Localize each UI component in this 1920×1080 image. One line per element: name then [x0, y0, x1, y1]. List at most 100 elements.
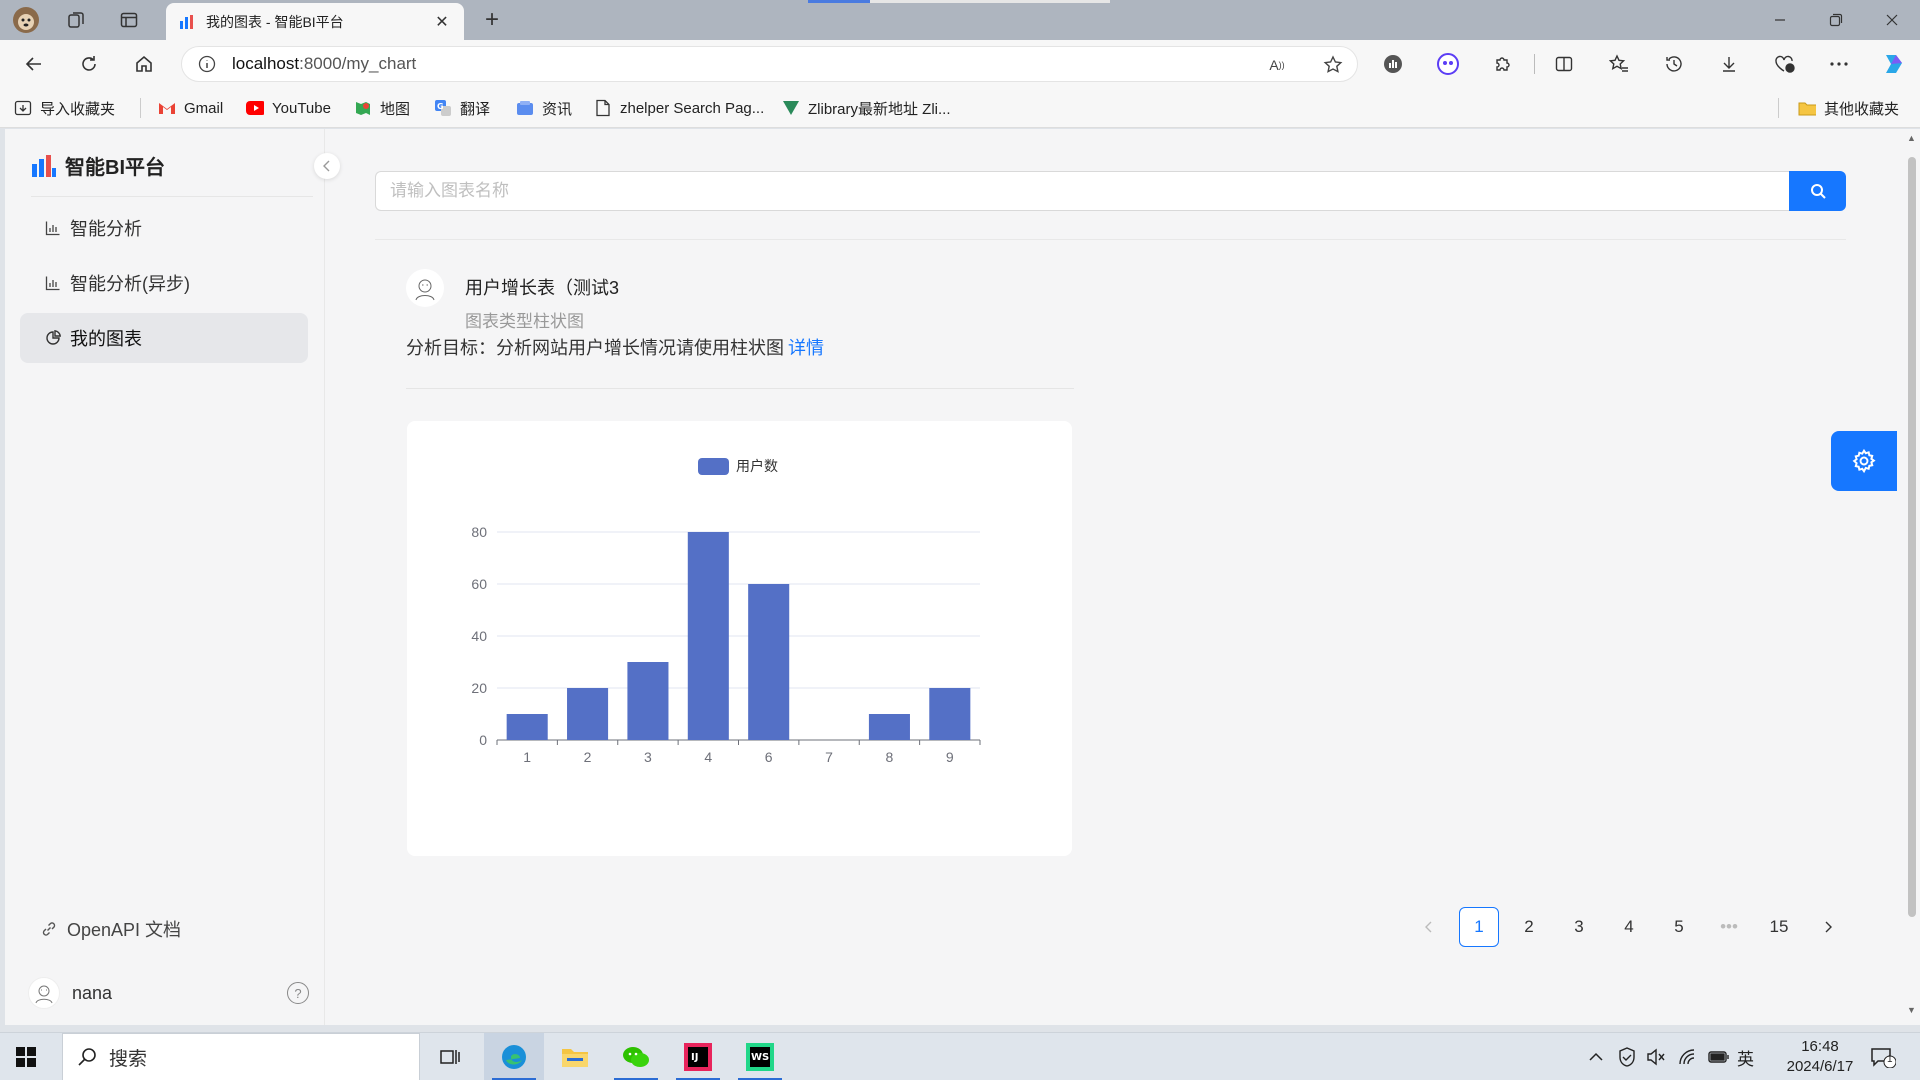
bar	[748, 584, 790, 740]
bookmark-youtube[interactable]: YouTube	[246, 98, 331, 118]
taskbar-file-explorer-icon[interactable]	[545, 1033, 605, 1080]
system-clock[interactable]: 16:48 2024/6/17	[1780, 1037, 1860, 1077]
gear-icon	[1852, 448, 1876, 474]
bar	[627, 662, 669, 740]
settings-button[interactable]	[1831, 431, 1897, 491]
minimize-icon[interactable]	[1752, 0, 1808, 40]
new-tab-button[interactable]: +	[478, 6, 506, 34]
url-path: :8000/my_chart	[299, 54, 417, 73]
page-last[interactable]: 15	[1759, 907, 1799, 947]
tab-title: 我的图表 - 智能BI平台	[206, 13, 344, 30]
scroll-down-icon[interactable]: ▼	[1906, 1005, 1917, 1015]
favorites-icon[interactable]	[1604, 50, 1634, 78]
read-aloud-icon[interactable]: A))	[1266, 54, 1288, 76]
help-icon[interactable]: ?	[287, 982, 309, 1004]
task-view-icon[interactable]	[420, 1033, 480, 1080]
extension-stats-icon[interactable]	[1378, 50, 1408, 78]
taskbar-webstorm-icon[interactable]: WS	[730, 1033, 790, 1080]
page-ellipsis[interactable]: •••	[1709, 907, 1749, 947]
user-profile[interactable]: nana	[28, 977, 112, 1009]
taskbar-search[interactable]: 搜索	[62, 1033, 420, 1080]
bi-logo-icon	[32, 154, 56, 177]
page-5[interactable]: 5	[1659, 907, 1699, 947]
refresh-icon[interactable]	[73, 50, 105, 78]
prev-page-icon[interactable]	[1409, 907, 1449, 947]
search-button[interactable]	[1789, 171, 1846, 211]
home-icon[interactable]	[128, 50, 160, 78]
extensions-puzzle-icon[interactable]	[1488, 50, 1518, 78]
bookmark-other-folder[interactable]: 其他收藏夹	[1798, 98, 1899, 118]
back-icon[interactable]	[18, 50, 50, 78]
downloads-icon[interactable]	[1714, 50, 1744, 78]
taskbar-intellij-icon[interactable]: IJ	[668, 1033, 728, 1080]
bar-chart: 0 20 40 60 80 1 2 3 4 6 7 8 9 用户数	[471, 458, 981, 765]
favorite-star-icon[interactable]	[1322, 54, 1344, 76]
sidebar-item-smart-analysis-async[interactable]: 智能分析(异步)	[20, 258, 308, 308]
clock-time: 16:48	[1801, 1038, 1839, 1055]
restore-icon[interactable]	[1808, 0, 1864, 40]
bookmark-news[interactable]: 资讯	[516, 98, 572, 118]
bookmark-label: Zlibrary最新地址 Zli...	[808, 100, 951, 118]
progress-strip	[808, 0, 870, 3]
performance-icon[interactable]	[1769, 50, 1799, 78]
more-menu-icon[interactable]	[1824, 50, 1854, 78]
tray-overflow-icon[interactable]	[1588, 1047, 1604, 1067]
scroll-up-icon[interactable]: ▲	[1906, 133, 1917, 143]
network-icon[interactable]	[1678, 1047, 1698, 1067]
detail-link[interactable]: 详情	[788, 338, 824, 358]
svg-text:WS: WS	[751, 1052, 769, 1063]
close-tab-icon[interactable]: ✕	[432, 12, 452, 32]
bookmark-zlibrary[interactable]: Zlibrary最新地址 Zli...	[782, 98, 951, 118]
battery-icon[interactable]	[1708, 1047, 1730, 1067]
sidebar-item-smart-analysis[interactable]: 智能分析	[20, 203, 308, 253]
page-3[interactable]: 3	[1559, 907, 1599, 947]
news-icon	[516, 99, 534, 117]
profile-avatar-icon[interactable]	[12, 6, 40, 34]
browser-tab-strip: 我的图表 - 智能BI平台 ✕ +	[0, 0, 1920, 40]
scrollbar-thumb[interactable]	[1908, 157, 1916, 917]
x-tick-label: 1	[523, 749, 531, 765]
extension-face-icon[interactable]	[1433, 50, 1463, 78]
page-icon	[594, 99, 612, 117]
history-icon[interactable]	[1659, 50, 1689, 78]
next-page-icon[interactable]	[1809, 907, 1849, 947]
search-icon	[78, 1048, 96, 1066]
username: nana	[72, 982, 113, 1003]
page-2[interactable]: 2	[1509, 907, 1549, 947]
bookmark-label: 资讯	[542, 100, 573, 118]
x-tick-label: 7	[825, 749, 833, 765]
notifications-icon[interactable]: 1	[1870, 1047, 1896, 1068]
taskbar-edge-icon[interactable]	[484, 1033, 544, 1080]
divider	[375, 239, 1846, 240]
split-screen-icon[interactable]	[1549, 50, 1579, 78]
volume-muted-icon[interactable]	[1646, 1047, 1666, 1067]
bookmark-zhelper[interactable]: zhelper Search Pag...	[594, 98, 764, 118]
bar-chart-icon	[44, 274, 62, 292]
sidebar-item-my-charts[interactable]: 我的图表	[20, 313, 308, 363]
sidebar: 智能BI平台 智能分析 智能分析(异步) 我的图表 OpenAPI 文档 nan…	[5, 129, 325, 1025]
sidebar-item-label: 智能分析	[70, 219, 142, 239]
search-input[interactable]	[375, 171, 1789, 211]
close-window-icon[interactable]	[1864, 0, 1920, 40]
page-scrollbar[interactable]: ▲ ▼	[1903, 133, 1920, 1017]
ime-indicator[interactable]: 英	[1737, 1047, 1754, 1069]
info-icon[interactable]	[198, 55, 216, 73]
bookmark-import[interactable]: 导入收藏夹	[14, 98, 115, 118]
openapi-docs-link[interactable]: OpenAPI 文档	[41, 916, 181, 942]
security-shield-icon[interactable]	[1618, 1047, 1636, 1067]
page-1[interactable]: 1	[1459, 907, 1499, 947]
taskbar-wechat-icon[interactable]	[606, 1033, 666, 1080]
address-bar[interactable]: localhost:8000/my_chart A))	[181, 46, 1358, 82]
bar	[567, 688, 609, 740]
windows-start-icon[interactable]	[16, 1047, 36, 1070]
page-4[interactable]: 4	[1609, 907, 1649, 947]
workspaces-icon[interactable]	[62, 6, 90, 34]
copilot-icon[interactable]	[1878, 50, 1908, 78]
app-logo[interactable]: 智能BI平台	[31, 151, 165, 180]
bookmark-gmail[interactable]: Gmail	[158, 98, 223, 118]
translate-icon: G	[434, 99, 452, 117]
tab-actions-icon[interactable]	[115, 6, 143, 34]
tab-my-chart[interactable]: 我的图表 - 智能BI平台 ✕	[166, 3, 464, 40]
bookmark-maps[interactable]: 地图	[354, 98, 410, 118]
bookmark-translate[interactable]: G 翻译	[434, 98, 490, 118]
